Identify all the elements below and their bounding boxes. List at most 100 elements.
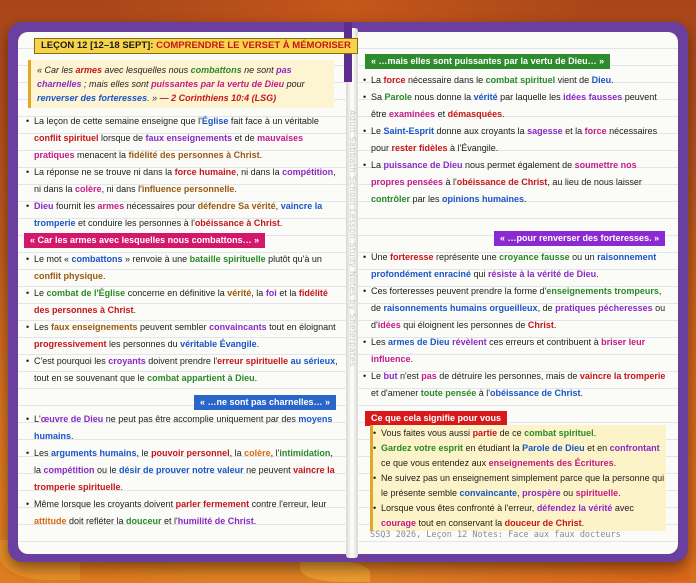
highlight-text: convaincants (209, 322, 267, 332)
body-text: Le (371, 371, 384, 381)
highlight-text: attitude (34, 516, 67, 526)
body-text: qui (471, 269, 489, 279)
body-text: . (618, 488, 621, 498)
body-text: doivent prendre l' (145, 356, 218, 366)
body-text: ne peuvent (243, 465, 294, 475)
list-item: Les faux enseignements peuvent sembler c… (26, 319, 338, 353)
highlight-text: enseignements des Écritures (488, 458, 614, 468)
list-item: Lorsque vous êtes confronté à l'erreur, … (373, 501, 665, 531)
verse-highlight: renverser des forteresses (37, 93, 148, 103)
body-text: nécessaire dans le (405, 75, 486, 85)
list-item: Ne suivez pas un enseignement simplement… (373, 471, 665, 501)
body-text: peuvent sembler (137, 322, 210, 332)
body-text: à l' (476, 388, 490, 398)
highlight-text: courage (381, 518, 417, 528)
body-text: les personnes du (106, 339, 181, 349)
banner-mighty: « …mais elles sont puissantes par la ver… (365, 54, 611, 69)
highlight-text: pouvoir personnel (151, 448, 230, 458)
body-text: et (435, 109, 448, 119)
memory-verse: « Car les armes avec lesquelles nous com… (28, 60, 334, 108)
highlight-text: force (584, 126, 607, 136)
verse-text: . » (147, 93, 160, 103)
highlight-text: vaincre la tromperie (579, 371, 666, 381)
highlight-text: foi (265, 288, 277, 298)
body-text: ce que vous entendez aux (381, 458, 489, 468)
highlight-text: colère (75, 184, 102, 194)
list-item: Le mot « combattons » renvoie à une bata… (26, 251, 338, 285)
body-text: Les (371, 337, 389, 347)
highlight-text: croyants (108, 356, 146, 366)
lesson-number: LEÇON 12 [12–18 SEPT]: (41, 40, 154, 51)
highlight-text: puissance de Dieu (383, 160, 463, 170)
body-text: tout en conservant la (416, 518, 505, 528)
body-text: . (253, 516, 257, 526)
body-text: La réponse ne se trouve ni dans la (34, 167, 175, 177)
list-item: Sa Parole nous donne la vérité par laque… (363, 89, 669, 123)
body-text: . (410, 354, 414, 364)
body-text: , de (537, 303, 556, 313)
highlight-text: démasquées (447, 109, 503, 119)
body-text: , la (251, 288, 266, 298)
highlight-text: Dieu (34, 201, 54, 211)
highlight-text: contrôler (371, 194, 411, 204)
banner-strongholds: « …pour renverser des forteresses. » (494, 231, 666, 246)
body-text: lorsque de (98, 133, 146, 143)
body-text: , la (229, 448, 245, 458)
highlight-text: conflit physique (34, 271, 104, 281)
list-item: Les armes de Dieu révèlent ces erreurs e… (363, 334, 669, 368)
highlight-text: spirituelle (575, 488, 619, 498)
highlight-text: compétition (282, 167, 334, 177)
highlight-text: vérité (473, 92, 498, 102)
lesson-title: LEÇON 12 [12–18 SEPT]: COMPRENDRE LE VER… (34, 38, 358, 54)
body-text: . (133, 305, 137, 315)
mighty-section: La force nécessaire dans le combat spiri… (363, 72, 669, 208)
body-text: . (580, 388, 584, 398)
highlight-text: pas (421, 371, 437, 381)
body-text: donne aux croyants la (434, 126, 528, 136)
body-text: La (371, 75, 384, 85)
highlight-text: faux enseignements (51, 322, 138, 332)
highlight-text: vérité (227, 288, 252, 298)
list-item: L'œuvre de Dieu ne peut pas être accompl… (26, 411, 338, 445)
list-item: Le but n'est pas de détruire les personn… (363, 368, 669, 402)
verse-highlight: pas (276, 65, 292, 75)
list-item: Une forteresse représente une croyance f… (363, 249, 669, 283)
body-text: menacent la (74, 150, 129, 160)
highlight-text: bataille spirituelle (189, 254, 266, 264)
body-text: par laquelle les (497, 92, 564, 102)
highlight-text: combat spirituel (485, 75, 556, 85)
body-text: Sa (371, 92, 385, 102)
body-text: Ces forteresses peuvent prendre la forme… (371, 286, 547, 296)
body-text: et de (232, 133, 258, 143)
body-text: nous donne la (412, 92, 474, 102)
highlight-text: armes de Dieu (388, 337, 450, 347)
banner-carnal: « …ne sont pas charnelles… » (194, 395, 337, 410)
list-item: Vous faites vous aussi partie de ce comb… (373, 426, 665, 441)
body-text: à l'Évangile. (447, 143, 499, 153)
body-text: . (613, 458, 617, 468)
body-text: . (279, 218, 283, 228)
list-item: Dieu fournit les armes nécessaires pour … (26, 198, 338, 232)
highlight-text: désir de prouver notre valeur (119, 465, 244, 475)
body-text: . (524, 194, 527, 204)
banner-arms: « Car les armes avec lesquelles nous com… (24, 233, 266, 248)
highlight-text: influence personnelle (141, 184, 235, 194)
highlight-text: force (383, 75, 406, 85)
highlight-text: Dieu (591, 75, 612, 85)
highlight-text: arguments humains (51, 448, 137, 458)
highlight-text: toute pensée (420, 388, 477, 398)
highlight-text: colère (244, 448, 271, 458)
mighty-list: La force nécessaire dans le combat spiri… (363, 72, 669, 208)
highlight-text: combat appartient à Dieu (147, 373, 255, 383)
highlight-text: Parole (384, 92, 413, 102)
body-text: Une (371, 252, 391, 262)
body-text: . (120, 482, 124, 492)
body-text: La (371, 160, 384, 170)
body-text: Même lorsque les croyants doivent (34, 499, 176, 509)
highlight-text: résiste à la vérité de Dieu (488, 269, 597, 279)
highlight-text: but (383, 371, 398, 381)
highlight-text: intimidation (279, 448, 331, 458)
intro-list: La leçon de cette semaine enseigne que l… (26, 113, 338, 232)
body-text: Les (34, 322, 52, 332)
body-text: . (611, 75, 614, 85)
